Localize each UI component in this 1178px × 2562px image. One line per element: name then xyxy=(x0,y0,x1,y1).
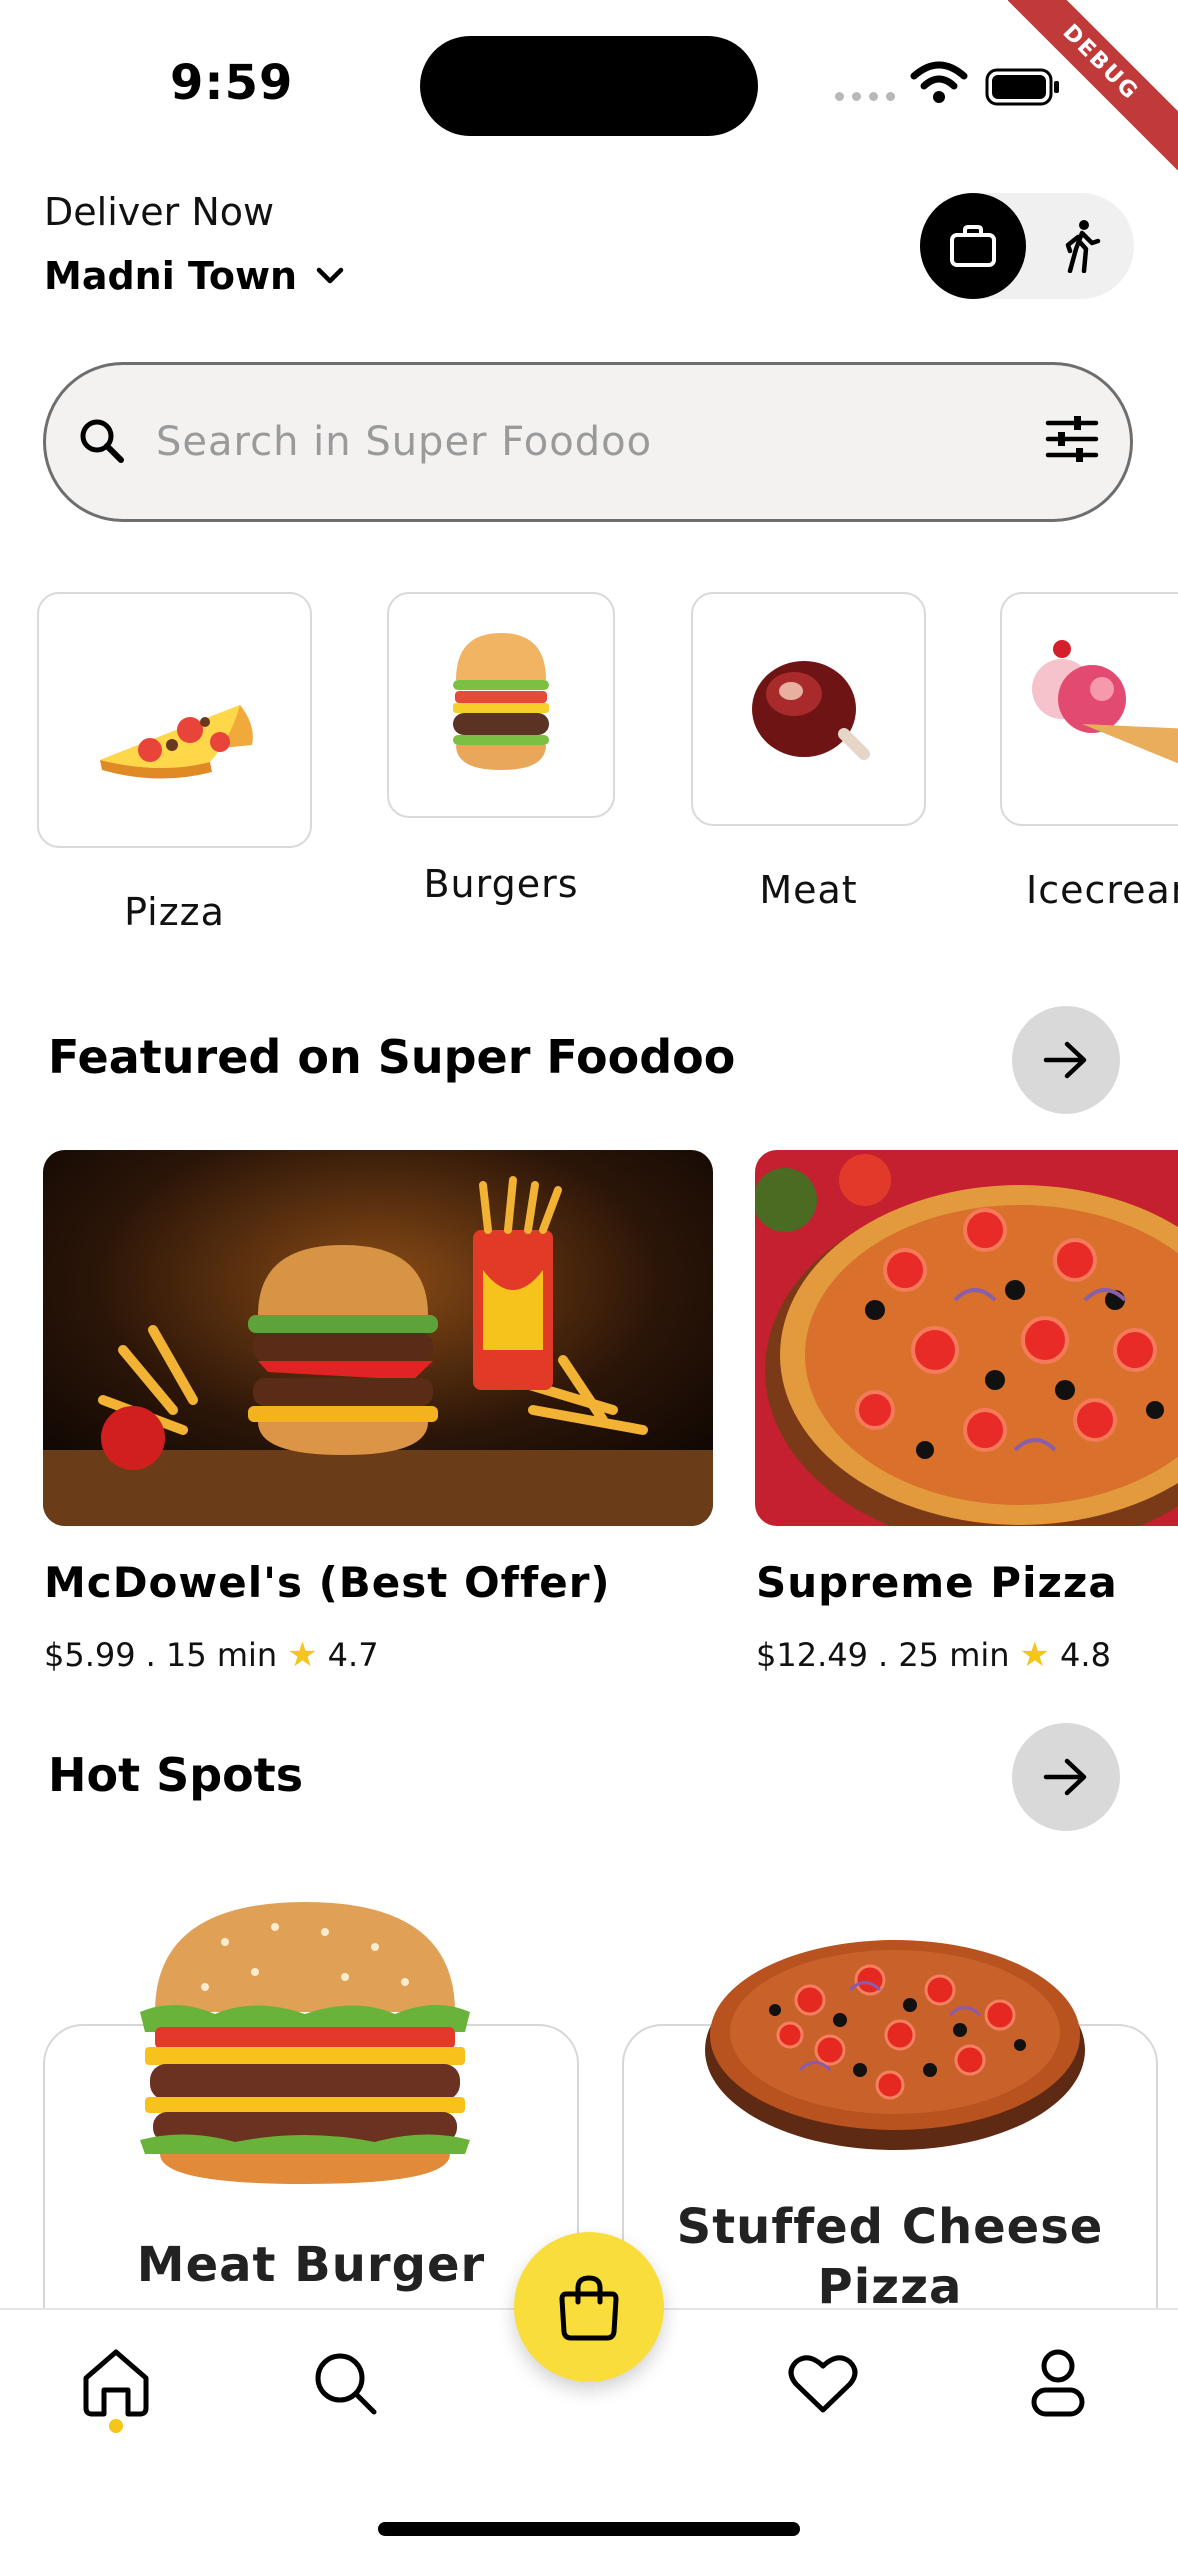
shopping-bag-icon xyxy=(559,2275,619,2341)
burger-meal-image xyxy=(43,1150,713,1526)
burger-icon xyxy=(453,633,549,770)
featured-see-all-button[interactable] xyxy=(1012,1006,1120,1114)
rating: 4.7 xyxy=(327,1636,379,1674)
walking-person-icon xyxy=(1065,220,1101,273)
category-burgers[interactable] xyxy=(387,592,615,818)
stuffed-pizza-image xyxy=(705,1940,1085,2150)
home-indicator xyxy=(378,2522,800,2536)
search-input[interactable]: Search in Super Foodoo xyxy=(156,419,652,465)
profile-icon[interactable] xyxy=(1030,2348,1086,2418)
cart-button[interactable] xyxy=(514,2232,664,2382)
hot-spots-see-all-button[interactable] xyxy=(1012,1723,1120,1831)
meat-burger-image xyxy=(140,1902,470,2184)
heart-icon[interactable] xyxy=(788,2352,858,2414)
wifi-icon xyxy=(910,61,968,103)
category-label-pizza: Pizza xyxy=(124,890,225,934)
category-icecream[interactable] xyxy=(1000,592,1178,826)
hot-spots-title: Hot Spots xyxy=(48,1748,304,1802)
briefcase-icon xyxy=(950,225,996,267)
filter-icon[interactable] xyxy=(1044,411,1100,467)
dynamic-island xyxy=(420,36,758,136)
featured-name-1[interactable]: Supreme Pizza xyxy=(756,1558,1118,1607)
delivery-mode-toggle[interactable] xyxy=(920,193,1134,299)
delivery-time: . 25 min xyxy=(877,1636,1010,1674)
status-time: 9:59 xyxy=(170,55,294,111)
chevron-down-icon xyxy=(316,267,344,284)
home-icon[interactable] xyxy=(80,2346,152,2418)
icecream-icon xyxy=(1032,640,1178,764)
category-label-icecream: Icecrean xyxy=(1026,868,1178,912)
search-icon xyxy=(80,419,124,463)
arrow-right-icon xyxy=(1043,1758,1087,1796)
hot-spot-name-1: Stuffed Cheese Pizza xyxy=(676,2199,1104,2305)
featured-title: Featured on Super Foodoo xyxy=(48,1030,736,1084)
featured-name-0[interactable]: McDowel's (Best Offer) xyxy=(44,1558,611,1607)
category-pizza[interactable] xyxy=(37,592,312,848)
price: $5.99 xyxy=(44,1636,136,1674)
hot-spot-name-0: Meat Burger xyxy=(136,2237,486,2293)
price: $12.49 xyxy=(756,1636,868,1674)
meat-icon xyxy=(751,661,870,760)
arrow-right-icon xyxy=(1043,1041,1087,1079)
active-indicator xyxy=(109,2419,123,2433)
search-icon[interactable] xyxy=(310,2348,380,2418)
delivery-time: . 15 min xyxy=(145,1636,278,1674)
category-label-burgers: Burgers xyxy=(423,862,579,906)
featured-image-burger[interactable] xyxy=(43,1150,713,1526)
location-selector[interactable]: Madni Town xyxy=(44,254,345,298)
debug-label: DEBUG xyxy=(1008,0,1178,170)
featured-image-pizza[interactable] xyxy=(755,1150,1178,1526)
delivery-mode-button[interactable] xyxy=(920,193,1026,299)
pizza-image xyxy=(755,1150,1178,1526)
location-name: Madni Town xyxy=(44,254,298,298)
star-icon: ★ xyxy=(287,1635,318,1675)
pickup-mode-button[interactable] xyxy=(1030,193,1134,299)
category-meat[interactable] xyxy=(691,592,926,826)
pizza-slice-icon xyxy=(99,705,253,779)
deliver-label: Deliver Now xyxy=(44,190,275,234)
featured-meta-1: $12.49 . 25 min ★ 4.8 xyxy=(756,1635,1111,1675)
search-bar[interactable]: Search in Super Foodoo xyxy=(43,362,1133,522)
category-label-meat: Meat xyxy=(759,868,858,912)
featured-meta-0: $5.99 . 15 min ★ 4.7 xyxy=(44,1635,379,1675)
debug-banner: DEBUG xyxy=(1008,0,1178,170)
signal-icon xyxy=(835,92,895,101)
star-icon: ★ xyxy=(1019,1635,1051,1675)
rating: 4.8 xyxy=(1060,1636,1111,1674)
